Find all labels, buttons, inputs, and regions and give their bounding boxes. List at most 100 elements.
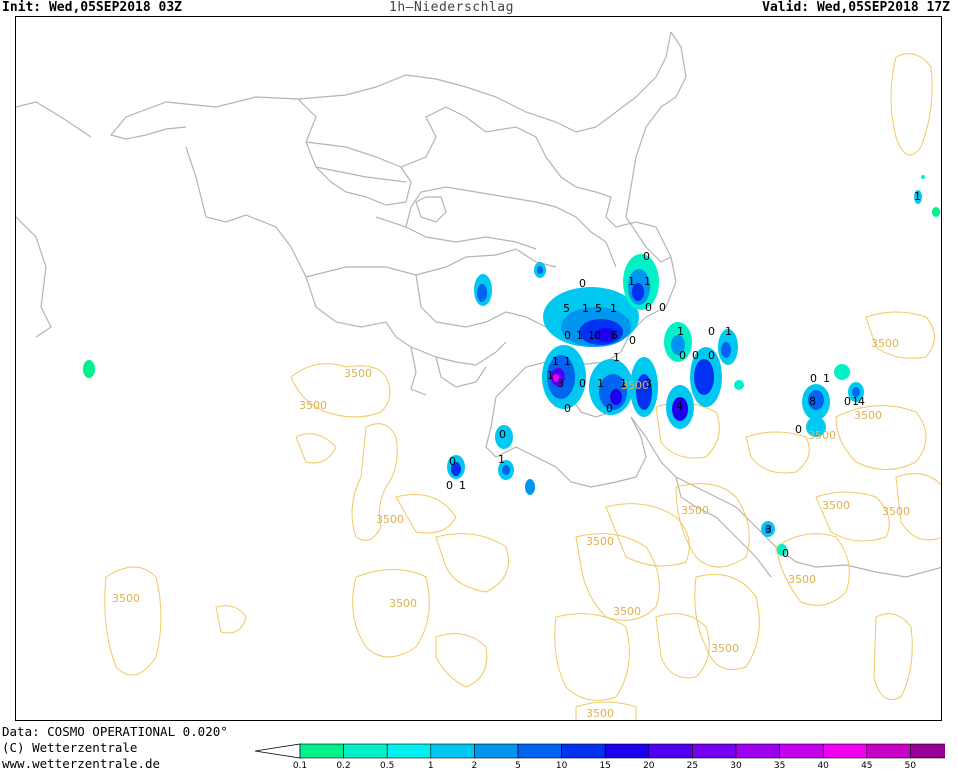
precip-label: 5 (563, 302, 570, 315)
valid-time: Valid: Wed,05SEP2018 17Z (762, 0, 950, 15)
coastline-north (125, 31, 672, 133)
legend-swatch (910, 743, 945, 759)
precip-label: 0 (579, 377, 586, 390)
contour-label: 3500 (112, 592, 140, 605)
precip-label: 0 (499, 428, 506, 441)
province-lines-4 (405, 186, 617, 268)
legend-left-arrow (255, 743, 301, 759)
precip-label: 3 (765, 523, 772, 536)
contour-label: 3500 (822, 499, 850, 512)
border-be-nl (297, 98, 672, 258)
precip-label: 1 (576, 329, 583, 342)
province-lines-9 (435, 356, 487, 388)
precip-label: 1 (597, 377, 604, 390)
contour-label: 3500 (882, 505, 910, 518)
precip-label: 1 (677, 325, 684, 338)
precip-label: 0 (643, 250, 650, 263)
coast-west-2 (16, 101, 92, 138)
precip-label: 0 (795, 423, 802, 436)
precip-cell-b (534, 262, 546, 278)
contour-label: 3500 (808, 429, 836, 442)
precip-label: 0 (594, 329, 601, 342)
contour-label: 3500 (711, 642, 739, 655)
precip-label: 0 (708, 325, 715, 338)
precip-label: 1 (644, 275, 651, 288)
precip-label: 0 (606, 402, 613, 415)
border-lines (16, 31, 941, 578)
province-lines-6 (305, 248, 557, 278)
contour-label: 3500 (344, 367, 372, 380)
contour-label: 3500 (788, 573, 816, 586)
precip-label: 0 (810, 372, 817, 385)
legend-swatch (386, 743, 432, 759)
coast-west (109, 116, 187, 140)
precip-label: 0 (645, 301, 652, 314)
legend-swatch (822, 743, 868, 759)
province-lines-1 (305, 141, 402, 168)
border-fr-be (185, 146, 427, 396)
contour-label-group: 3500 3500 3500 3500 3500 3500 3500 3500 … (112, 337, 910, 720)
precip-cell-a (474, 274, 492, 306)
precip-label: 1 (914, 190, 921, 203)
precip-cluster-main (542, 254, 738, 429)
precip-label: 0 (782, 547, 789, 560)
legend-swatch (561, 743, 606, 759)
legend-swatch (648, 743, 693, 759)
map-svg: 3500 3500 3500 3500 3500 3500 3500 3500 … (16, 31, 941, 720)
precip-label: 0 (708, 349, 715, 362)
legend-swatch (866, 743, 911, 759)
precip-label: 1 (610, 302, 617, 315)
coast-west-3 (16, 216, 52, 338)
precip-label: 1 (552, 355, 559, 368)
precip-label: 6 (611, 329, 618, 342)
contour-label: 3500 (613, 605, 641, 618)
legend-swatch (299, 743, 344, 759)
border-east (625, 31, 687, 218)
province-lines-3 (375, 216, 537, 250)
init-time: Init: Wed,05SEP2018 03Z (2, 0, 183, 15)
precip-label: 0 (659, 301, 666, 314)
contour-label: 3500 (871, 337, 899, 350)
map-panel: 3500 3500 3500 3500 3500 3500 3500 3500 … (15, 16, 942, 721)
contour-label: 3500 (389, 597, 417, 610)
precip-label: 3 (645, 377, 652, 390)
province-lines-8 (410, 341, 507, 366)
precip-label: 1 (823, 372, 830, 385)
contour-label: 3500 (586, 707, 614, 720)
contour-label: 3500 (681, 504, 709, 517)
precip-label: 0 (679, 349, 686, 362)
precip-label: 0 (446, 479, 453, 492)
legend-swatch (474, 743, 519, 759)
precip-cell-west (83, 360, 95, 378)
legend-swatch (517, 743, 562, 759)
precip-label: 0 (579, 277, 586, 290)
precip-label: 1 (613, 351, 620, 364)
precip-label: 1 (620, 377, 627, 390)
precip-label: 1 (498, 453, 505, 466)
precip-label: 0 (564, 329, 571, 342)
precip-label: 1 (725, 325, 732, 338)
contour-label: 3500 (586, 535, 614, 548)
precip-label: 0 (629, 334, 636, 347)
precip-label: 3 (557, 377, 564, 390)
contour-label: 3500 (299, 399, 327, 412)
legend-swatch (604, 743, 650, 759)
contour-label: 3500 (854, 409, 882, 422)
map-title: 1h—Niederschlag (389, 0, 514, 15)
legend-swatch (343, 743, 388, 759)
precip-label: 1 (459, 479, 466, 492)
precip-label: 0 (844, 395, 851, 408)
precipitation-cells (83, 175, 940, 556)
data-source: Data: COSMO OPERATIONAL 0.020° (2, 724, 228, 739)
precip-label: 0 (449, 455, 456, 468)
legend-swatch (692, 743, 737, 759)
legend-swatch (779, 743, 824, 759)
contour-label: 3500 (376, 513, 404, 526)
copyright: (C) Wetterzentrale (2, 740, 138, 755)
precip-label: 0 (692, 349, 699, 362)
precip-label: 1 (564, 355, 571, 368)
province-lines-5 (415, 196, 447, 223)
legend-swatch (430, 743, 475, 759)
precip-label: 1 (628, 275, 635, 288)
precip-label: 4 (676, 400, 683, 413)
